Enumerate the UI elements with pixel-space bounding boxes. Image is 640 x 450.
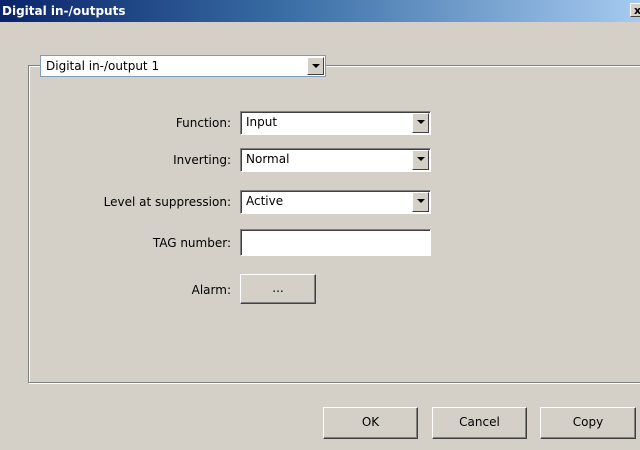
inverting-label: Inverting: [173, 153, 231, 167]
chevron-down-icon[interactable] [412, 113, 429, 133]
io-channel-value: Digital in-/output 1 [46, 59, 160, 73]
tag-label: TAG number: [152, 236, 231, 250]
close-icon: x [634, 4, 640, 17]
function-select[interactable]: Input [240, 111, 431, 135]
dialog-window: Digital in-/outputs x Digital in-/output… [0, 0, 640, 450]
chevron-down-icon[interactable] [307, 57, 324, 75]
io-channel-select[interactable]: Digital in-/output 1 [40, 55, 326, 77]
level-select[interactable]: Active [240, 190, 431, 214]
inverting-select[interactable]: Normal [240, 148, 431, 172]
ok-button-label: OK [361, 415, 380, 429]
ok-button[interactable]: OK [323, 407, 418, 439]
level-value: Active [246, 194, 284, 208]
copy-button-label: Copy [572, 415, 604, 429]
alarm-label: Alarm: [191, 283, 231, 297]
alarm-button[interactable]: ... [240, 274, 316, 304]
cancel-button[interactable]: Cancel [432, 407, 527, 439]
function-label: Function: [175, 116, 231, 130]
inverting-value: Normal [246, 152, 290, 166]
cancel-button-label: Cancel [459, 415, 500, 429]
tag-number-field[interactable] [240, 229, 431, 256]
alarm-button-label: ... [272, 281, 284, 295]
chevron-down-icon[interactable] [412, 192, 429, 212]
level-label: Level at suppression: [103, 195, 231, 209]
close-button[interactable]: x [630, 3, 640, 17]
title-bar[interactable]: Digital in-/outputs x [0, 0, 640, 22]
chevron-down-icon[interactable] [412, 150, 429, 170]
function-value: Input [246, 115, 278, 129]
window-title: Digital in-/outputs [2, 4, 126, 18]
copy-button[interactable]: Copy [540, 407, 636, 439]
